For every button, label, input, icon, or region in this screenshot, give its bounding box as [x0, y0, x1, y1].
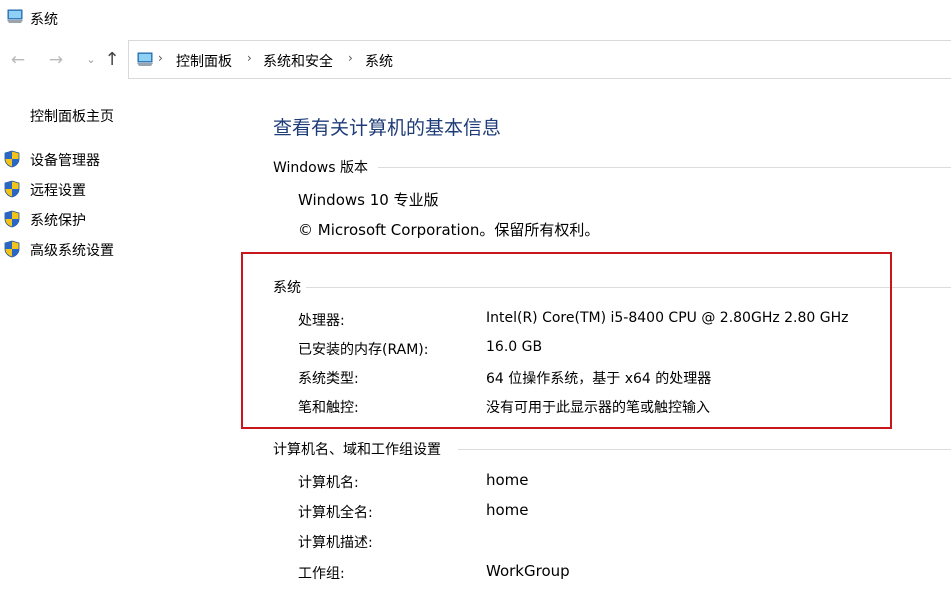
full-computer-name-label: 计算机全名: [298, 505, 373, 521]
section-divider [378, 167, 951, 168]
workgroup-value: WorkGroup [486, 562, 570, 580]
workgroup-label: 工作组: [298, 566, 345, 582]
computer-name-label: 计算机名: [298, 475, 359, 491]
computer-description-label: 计算机描述: [298, 535, 373, 551]
computer-name-heading: 计算机名、域和工作组设置 [273, 442, 441, 458]
red-highlight-box [241, 252, 892, 429]
copyright-text: © Microsoft Corporation。保留所有权利。 [298, 221, 600, 239]
main-content: 查看有关计算机的基本信息 Windows 版本 Windows 10 专业版 ©… [0, 0, 951, 595]
windows-edition-value: Windows 10 专业版 [298, 191, 439, 209]
computer-name-value: home [486, 471, 529, 489]
windows-edition-heading: Windows 版本 [273, 160, 368, 176]
full-computer-name-value: home [486, 501, 529, 519]
section-divider [458, 449, 951, 450]
page-title: 查看有关计算机的基本信息 [273, 117, 502, 139]
